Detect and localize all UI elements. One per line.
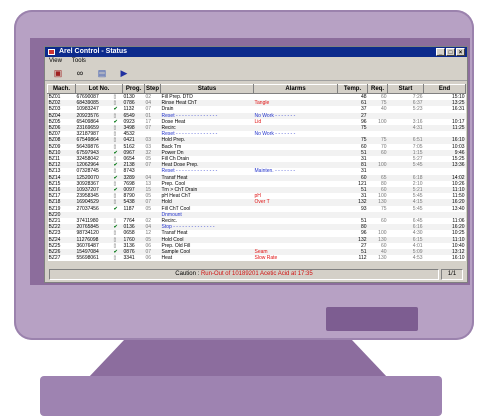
table-row[interactable]: BZ27 55698061 ▯ 3341 06 Heat Slow Rate 112 130 4:… — [47, 255, 466, 262]
minimize-button[interactable]: _ — [436, 48, 445, 56]
status-bar: Caution : Run-Out of 10189201 Acetic Aci… — [49, 269, 463, 280]
prog-cell: 0130 — [122, 93, 145, 101]
status-cell: Fill Prep. DTD — [160, 93, 254, 101]
status-indicator-icon: ▯ — [112, 255, 123, 262]
menu-view[interactable]: View — [49, 57, 62, 66]
status-window: Arel Control - Status _ □ × View Tools ▣… — [44, 46, 468, 283]
window-titlebar[interactable]: Arel Control - Status _ □ × — [45, 47, 467, 57]
temp-cell: 112 — [337, 255, 368, 262]
menu-tools[interactable]: Tools — [72, 57, 86, 66]
req-cell: 60 — [367, 93, 388, 101]
prog-cell: 3341 — [122, 255, 145, 262]
col-lot[interactable]: Lot No. — [74, 84, 124, 94]
monitor-stand-base — [40, 376, 442, 416]
col-step[interactable]: Step — [144, 84, 162, 94]
col-alarms[interactable]: Alarms — [253, 84, 339, 94]
monitor-vent — [326, 307, 418, 331]
monitor-stand-neck — [88, 340, 388, 378]
maximize-button[interactable]: □ — [446, 48, 455, 56]
col-start[interactable]: Start — [387, 84, 425, 94]
end-cell: 16:10 — [423, 255, 466, 262]
col-prog[interactable]: Prog. — [122, 84, 146, 94]
step-cell: 02 — [144, 93, 161, 101]
end-cell: 15:10 — [423, 93, 466, 101]
page-indicator: 1/1 — [441, 269, 463, 280]
machine-tool-icon[interactable]: ▣ — [51, 68, 65, 79]
menu-bar: View Tools — [45, 57, 467, 66]
col-mach[interactable]: Mach. — [47, 84, 76, 94]
temp-cell: 48 — [337, 93, 368, 101]
truck-tool-icon[interactable]: ▶ — [117, 68, 131, 79]
window-title: Arel Control - Status — [59, 48, 128, 55]
table-row[interactable]: BZ01 67690087 ▯ 0130 02 Fill Prep. DTD 48 60 7:2… — [47, 93, 466, 101]
lot-cell: 67690087 — [75, 93, 113, 101]
caution-text: Run-Out of 10189201 Acetic Acid at 17:35 — [200, 271, 313, 277]
start-cell: 4:53 — [387, 255, 424, 262]
app-icon — [48, 49, 55, 55]
col-req[interactable]: Req. — [367, 84, 389, 94]
status-cell: Heat — [160, 255, 254, 262]
chart-tool-icon[interactable]: ▤ — [95, 68, 109, 79]
alarm-cell: Slow Rate — [253, 255, 338, 262]
col-temp[interactable]: Temp. — [337, 84, 369, 94]
caution-label: Caution : — [175, 271, 201, 277]
col-status[interactable]: Status — [160, 84, 255, 94]
caution-message: Caution : Run-Out of 10189201 Acetic Aci… — [49, 269, 439, 280]
table-header: Mach. Lot No. Prog. Step Status Alarms T… — [47, 84, 467, 94]
alarm-cell — [253, 93, 338, 101]
col-end[interactable]: End — [423, 84, 467, 94]
toolbar: ▣ ∞ ▤ ▶ — [45, 66, 467, 81]
status-table: Mach. Lot No. Prog. Step Status Alarms T… — [47, 84, 467, 262]
step-cell: 06 — [144, 255, 161, 262]
close-button[interactable]: × — [456, 48, 465, 56]
start-cell: 7:26 — [387, 93, 424, 101]
binoculars-icon[interactable]: ∞ — [73, 68, 87, 79]
mach-cell: BZ27 — [47, 255, 76, 262]
lot-cell: 55698061 — [75, 255, 113, 262]
status-indicator-icon: ▯ — [112, 93, 123, 101]
req-cell: 130 — [367, 255, 388, 262]
mach-cell: BZ01 — [47, 93, 76, 101]
